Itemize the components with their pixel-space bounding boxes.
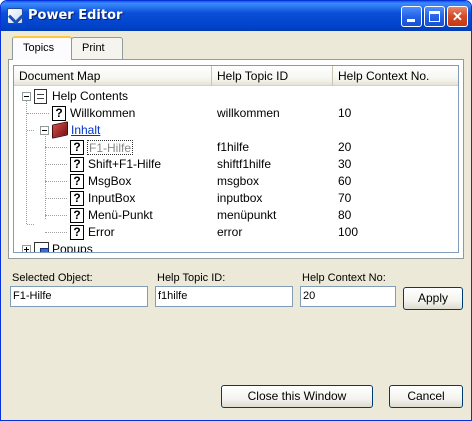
tree-row-msgbox[interactable]: ? MsgBox msgbox 60	[14, 173, 458, 190]
collapse-icon[interactable]	[40, 126, 49, 135]
help-topic-id-field[interactable]: f1hilfe	[155, 286, 293, 307]
tree-item-label: InputBox	[88, 191, 136, 205]
help-topic-id-cell: error	[217, 225, 243, 239]
column-header-document-map[interactable]: Document Map	[14, 66, 212, 86]
help-topic-id-cell: msgbox	[217, 174, 260, 188]
tab-topics[interactable]: Topics	[12, 36, 72, 60]
help-topic-id-label: Help Topic ID:	[157, 272, 226, 284]
apply-button[interactable]: Apply	[403, 287, 463, 310]
tree-item-label: Willkommen	[70, 106, 136, 120]
book-icon	[52, 121, 68, 139]
tab-print[interactable]: Print	[71, 37, 123, 59]
tree-row-inhalt[interactable]: Inhalt	[14, 121, 458, 139]
tree-row-f1-hilfe[interactable]: ? F1-Hilfe f1hilfe 20	[14, 139, 458, 156]
help-context-no-cell: 20	[338, 140, 352, 154]
help-topic-icon: ?	[70, 208, 84, 223]
power-editor-window: Power Editor ✕ Topics Print Document Map…	[0, 0, 472, 421]
help-topic-id-cell: f1hilfe	[217, 140, 250, 154]
tree-row-popups[interactable]: Popups	[14, 241, 458, 253]
tree-row-willkommen[interactable]: ? Willkommen willkommen 10	[14, 105, 458, 122]
selected-object-field[interactable]: F1-Hilfe	[10, 286, 148, 307]
minimize-button[interactable]	[401, 6, 422, 27]
tree-row-inputbox[interactable]: ? InputBox inputbox 70	[14, 190, 458, 207]
tree-item-label: F1-Hilfe	[87, 140, 134, 155]
tree-row-shift-f1-hilfe[interactable]: ? Shift+F1-Hilfe shiftf1hilfe 30	[14, 156, 458, 173]
selected-object-label: Selected Object:	[12, 272, 93, 284]
help-topic-icon: ?	[70, 157, 84, 172]
popups-icon	[34, 242, 49, 252]
column-header-help-topic-id[interactable]: Help Topic ID	[212, 66, 333, 86]
tree-item-label: Inhalt	[71, 123, 101, 137]
help-context-no-cell: 10	[338, 106, 352, 120]
document-icon	[34, 89, 47, 104]
maximize-icon	[429, 11, 440, 22]
expand-icon[interactable]	[22, 245, 31, 252]
tree-item-label: Menü-Punkt	[88, 208, 153, 222]
help-topic-id-cell: shiftf1hilfe	[217, 157, 272, 171]
help-topic-id-cell: inputbox	[217, 191, 263, 205]
help-topic-icon: ?	[70, 174, 84, 189]
tree-row-error[interactable]: ? Error error 100	[14, 224, 458, 241]
tree-item-label: Popups	[52, 242, 93, 253]
window-title: Power Editor	[28, 8, 123, 23]
help-context-no-cell: 100	[338, 225, 359, 239]
document-map-list[interactable]: Document Map Help Topic ID Help Context …	[13, 65, 459, 253]
title-bar[interactable]: Power Editor ✕	[1, 1, 471, 31]
help-context-no-label: Help Context No:	[302, 272, 386, 284]
column-header-help-context-no[interactable]: Help Context No.	[333, 66, 458, 86]
help-context-no-cell: 80	[338, 208, 352, 222]
maximize-button[interactable]	[424, 6, 445, 27]
tree-row-help-contents[interactable]: Help Contents	[14, 88, 458, 105]
help-topic-icon: ?	[70, 225, 84, 240]
close-button[interactable]: ✕	[447, 6, 468, 27]
help-context-no-cell: 70	[338, 191, 352, 205]
help-topic-id-cell: willkommen	[217, 106, 280, 120]
close-icon: ✕	[452, 9, 463, 24]
help-context-no-cell: 60	[338, 174, 352, 188]
help-topic-icon: ?	[70, 191, 84, 206]
collapse-icon[interactable]	[22, 92, 31, 101]
tree-item-label: Help Contents	[52, 89, 129, 103]
help-topic-id-cell: menüpunkt	[217, 208, 277, 222]
tree-row-menu-punkt[interactable]: ? Menü-Punkt menüpunkt 80	[14, 207, 458, 224]
tree-item-label: Error	[88, 225, 115, 239]
list-header: Document Map Help Topic ID Help Context …	[14, 66, 458, 86]
cancel-button[interactable]: Cancel	[389, 385, 463, 408]
help-context-no-cell: 30	[338, 157, 352, 171]
minimize-icon	[407, 19, 415, 22]
help-topic-icon: ?	[70, 140, 84, 155]
close-window-button[interactable]: Close this Window	[221, 385, 373, 408]
topics-panel: Document Map Help Topic ID Help Context …	[8, 59, 464, 259]
help-context-no-field[interactable]: 20	[300, 286, 396, 307]
app-icon	[7, 8, 23, 24]
tree-item-label: MsgBox	[88, 174, 132, 188]
help-topic-icon: ?	[52, 106, 66, 121]
tree-item-label: Shift+F1-Hilfe	[88, 157, 162, 171]
